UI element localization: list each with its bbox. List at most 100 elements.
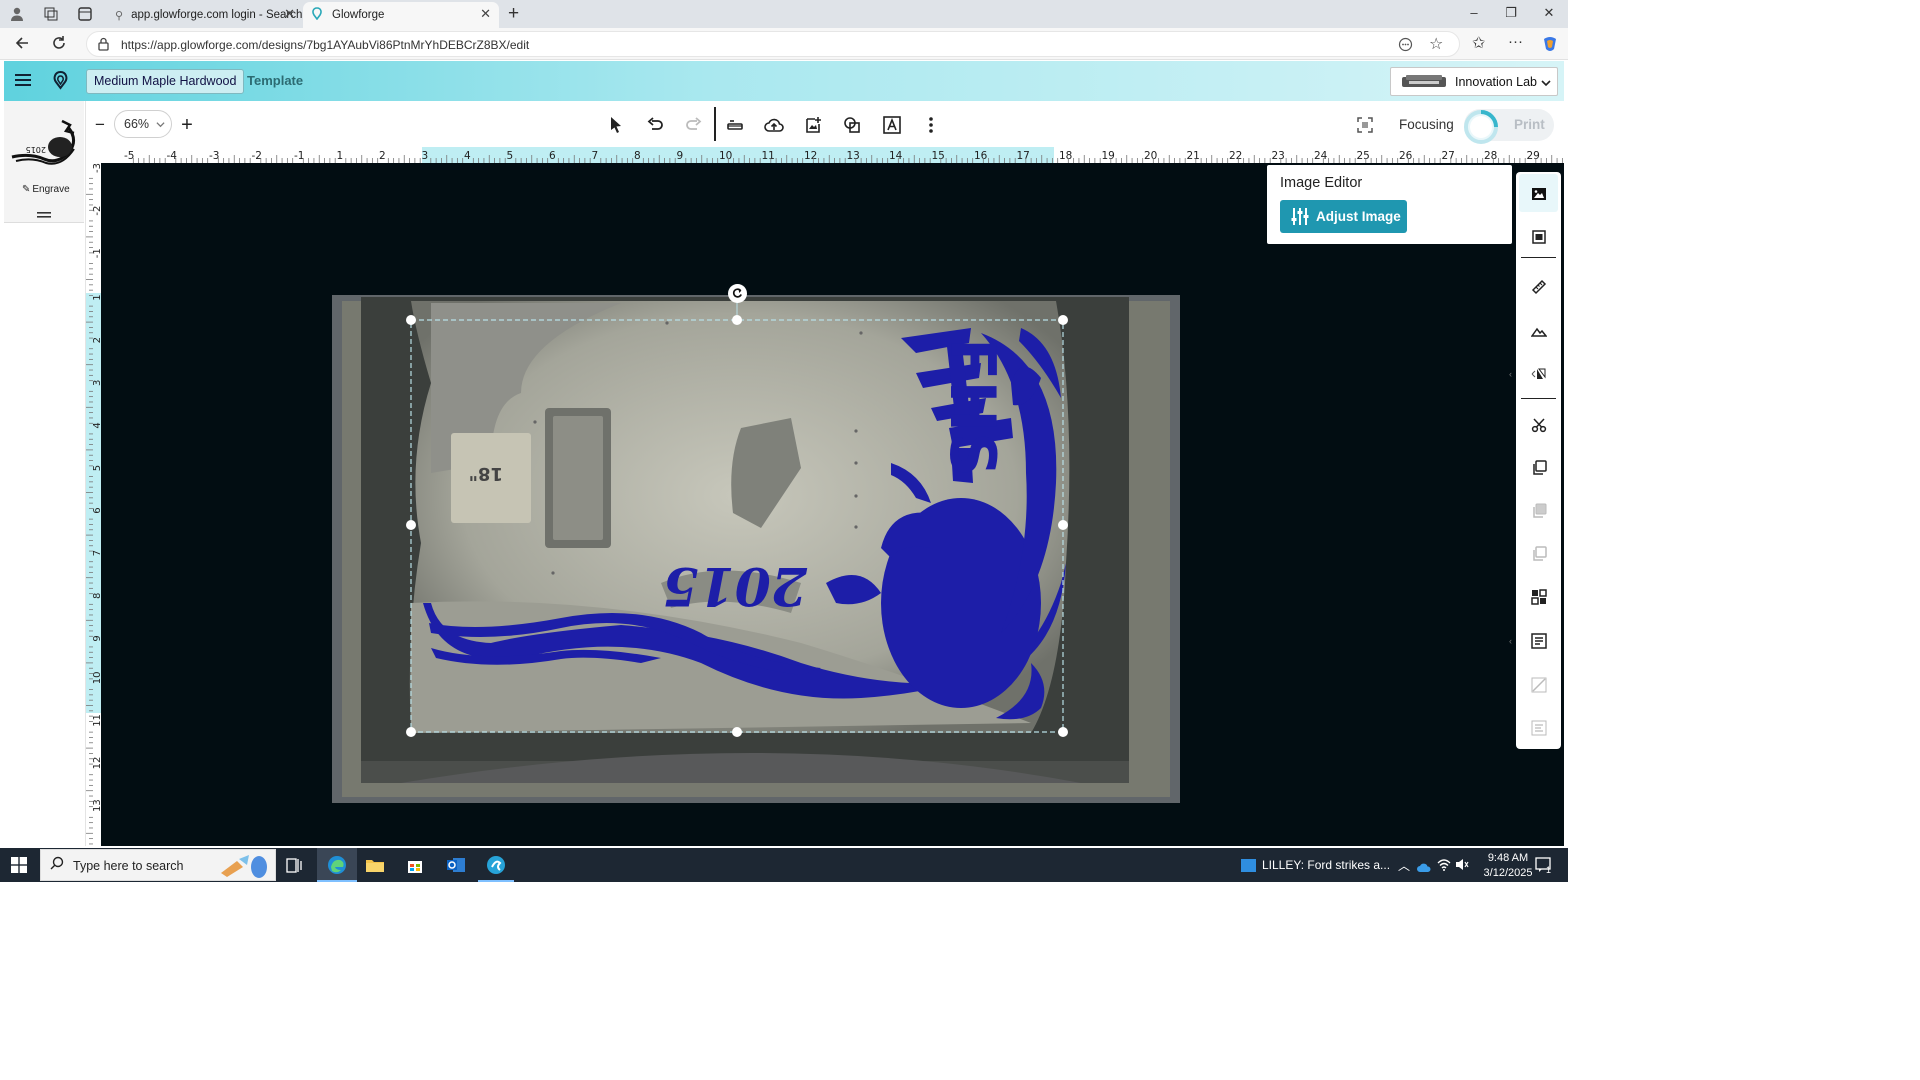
ruler-label: 8 xyxy=(634,150,641,162)
close-tab-icon[interactable]: ✕ xyxy=(284,6,295,22)
tab-actions-icon[interactable] xyxy=(77,6,93,25)
ruler-label: 6 xyxy=(549,150,556,162)
ruler-label: 27 xyxy=(1442,150,1455,162)
image-icon[interactable] xyxy=(1528,183,1550,205)
flip-icon[interactable] xyxy=(1528,363,1550,385)
favorites-icon[interactable]: ✩ xyxy=(1472,33,1485,53)
windows-start-icon[interactable] xyxy=(11,857,27,876)
printer-selector[interactable]: Innovation Lab xyxy=(1390,67,1558,96)
ruler-label: -3 xyxy=(92,163,101,173)
design-thumbnail-card[interactable]: 2015 ✎ Engrave xyxy=(4,101,84,223)
address-bar: https://app.glowforge.com/designs/7bg1AY… xyxy=(0,28,1568,60)
add-artwork-icon[interactable] xyxy=(801,113,825,137)
adjust-image-button[interactable]: Adjust Image xyxy=(1280,200,1407,233)
measure-icon[interactable] xyxy=(1528,276,1550,298)
store-icon[interactable] xyxy=(406,856,424,877)
text-tool-icon[interactable] xyxy=(880,113,904,137)
arrange-icon[interactable] xyxy=(1528,586,1550,608)
lock-icon[interactable] xyxy=(97,37,110,54)
ruler-label: 7 xyxy=(592,150,599,162)
undo-icon[interactable] xyxy=(643,113,667,137)
read-aloud-icon[interactable] xyxy=(1398,37,1413,55)
zoom-out-icon[interactable]: − xyxy=(88,113,112,137)
url-text: https://app.glowforge.com/designs/7bg1AY… xyxy=(121,38,530,52)
minimize-icon[interactable]: – xyxy=(1464,5,1484,20)
paste-icon[interactable] xyxy=(1528,500,1550,522)
copilot-icon[interactable] xyxy=(1541,35,1559,56)
design-list-panel: 2015 ✎ Engrave xyxy=(4,101,86,846)
file-explorer-icon[interactable] xyxy=(365,857,385,876)
edge-app-icon[interactable] xyxy=(317,848,357,882)
search-icon: ⚲ xyxy=(115,9,124,22)
select-tool-icon[interactable] xyxy=(604,113,628,137)
resize-handle-top-right[interactable] xyxy=(1058,315,1068,325)
bed-camera-view: 18" 2015 FHS xyxy=(332,294,1180,803)
chevron-up-icon[interactable]: ︿ xyxy=(1398,857,1410,874)
url-field[interactable]: https://app.glowforge.com/designs/7bg1AY… xyxy=(86,31,1460,57)
ruler-label: -1 xyxy=(92,248,101,258)
clock-time[interactable]: 9:48 AM xyxy=(1479,852,1537,864)
resize-handle-right[interactable] xyxy=(1058,520,1068,530)
maximize-icon[interactable]: ❐ xyxy=(1501,5,1521,21)
volume-icon[interactable] xyxy=(1455,858,1469,874)
align-icon[interactable] xyxy=(1528,717,1550,739)
wifi-icon[interactable] xyxy=(1437,858,1451,874)
taskbar-search[interactable]: Type here to search xyxy=(40,849,276,881)
more-options-icon[interactable]: ··· xyxy=(1508,33,1523,50)
collapse-arrow-icon[interactable]: ‹ xyxy=(1509,636,1512,646)
zoom-in-icon[interactable]: + xyxy=(175,113,199,137)
close-tab-icon[interactable]: ✕ xyxy=(480,6,491,22)
edit-path-icon[interactable] xyxy=(1528,674,1550,696)
ruler-label: -2 xyxy=(252,150,262,162)
horizontal-ruler: -5 -4 -3 -2 -1 1 2 3 4 5 6 7 8 9 10 11 12 13 14 15 16 17 18 19 2… xyxy=(86,147,1564,163)
ruler-label: -1 xyxy=(294,150,304,162)
shapes-icon[interactable] xyxy=(840,113,864,137)
back-icon[interactable] xyxy=(14,35,30,54)
duplicate-icon[interactable] xyxy=(1528,543,1550,565)
resize-handle-top[interactable] xyxy=(732,315,742,325)
rotate-handle-icon[interactable] xyxy=(728,284,747,303)
resize-handle-bottom[interactable] xyxy=(732,727,742,737)
zoom-selector[interactable]: 66% xyxy=(114,110,172,138)
new-tab-icon[interactable]: + xyxy=(508,3,519,25)
design-canvas[interactable]: 18" 2015 FHS xyxy=(101,163,1564,846)
resize-handle-left[interactable] xyxy=(406,520,416,530)
tab-glowforge[interactable]: Glowforge ✕ xyxy=(303,2,499,28)
vertical-ruler: -3-2-112345678910111213 xyxy=(86,163,101,846)
upload-cloud-icon[interactable] xyxy=(762,113,786,137)
clock-date[interactable]: 3/12/2025 xyxy=(1477,867,1539,879)
profile-icon[interactable] xyxy=(9,6,25,25)
more-vertical-icon[interactable] xyxy=(919,113,943,137)
material-thickness-icon[interactable] xyxy=(723,113,747,137)
engrave-mode[interactable]: ✎ Engrave xyxy=(22,184,70,195)
close-window-icon[interactable]: ✕ xyxy=(1539,5,1559,21)
collapse-arrow-icon[interactable]: ‹ xyxy=(1509,369,1512,379)
layers-list-icon[interactable] xyxy=(1528,630,1550,652)
copy-icon[interactable] xyxy=(1528,457,1550,479)
onedrive-icon[interactable] xyxy=(1417,860,1431,875)
landscape-icon[interactable] xyxy=(1528,320,1550,342)
template-button[interactable]: Template xyxy=(247,73,303,88)
trace-image-icon[interactable] xyxy=(1528,226,1550,248)
resize-handle-top-left[interactable] xyxy=(406,315,416,325)
fit-view-icon[interactable] xyxy=(1353,113,1377,137)
news-widget[interactable]: LILLEY: Ford strikes a... xyxy=(1241,858,1390,872)
favorite-star-icon[interactable]: ☆ xyxy=(1429,34,1443,54)
ruler-label: -3 xyxy=(209,150,219,162)
menu-icon[interactable] xyxy=(15,73,31,90)
outlook-icon[interactable] xyxy=(446,856,466,877)
scissors-icon[interactable] xyxy=(1528,414,1550,436)
print-button[interactable]: Print xyxy=(1464,109,1554,144)
refresh-icon[interactable] xyxy=(51,35,67,54)
tab-search[interactable]: ⚲ app.glowforge.com login - Search ✕ xyxy=(105,2,303,28)
drag-handle-icon[interactable] xyxy=(37,206,51,221)
resize-handle-bottom-left[interactable] xyxy=(406,727,416,737)
app-icon[interactable] xyxy=(478,848,514,882)
glowforge-logo-icon[interactable] xyxy=(52,70,69,93)
resize-handle-bottom-right[interactable] xyxy=(1058,727,1068,737)
browser-tab-bar: ⚲ app.glowforge.com login - Search ✕ Glo… xyxy=(0,0,1568,28)
task-view-icon[interactable] xyxy=(286,858,302,876)
material-selector[interactable]: Medium Maple Hardwood xyxy=(86,69,245,94)
redo-icon[interactable] xyxy=(682,113,706,137)
workspaces-icon[interactable] xyxy=(43,6,59,25)
